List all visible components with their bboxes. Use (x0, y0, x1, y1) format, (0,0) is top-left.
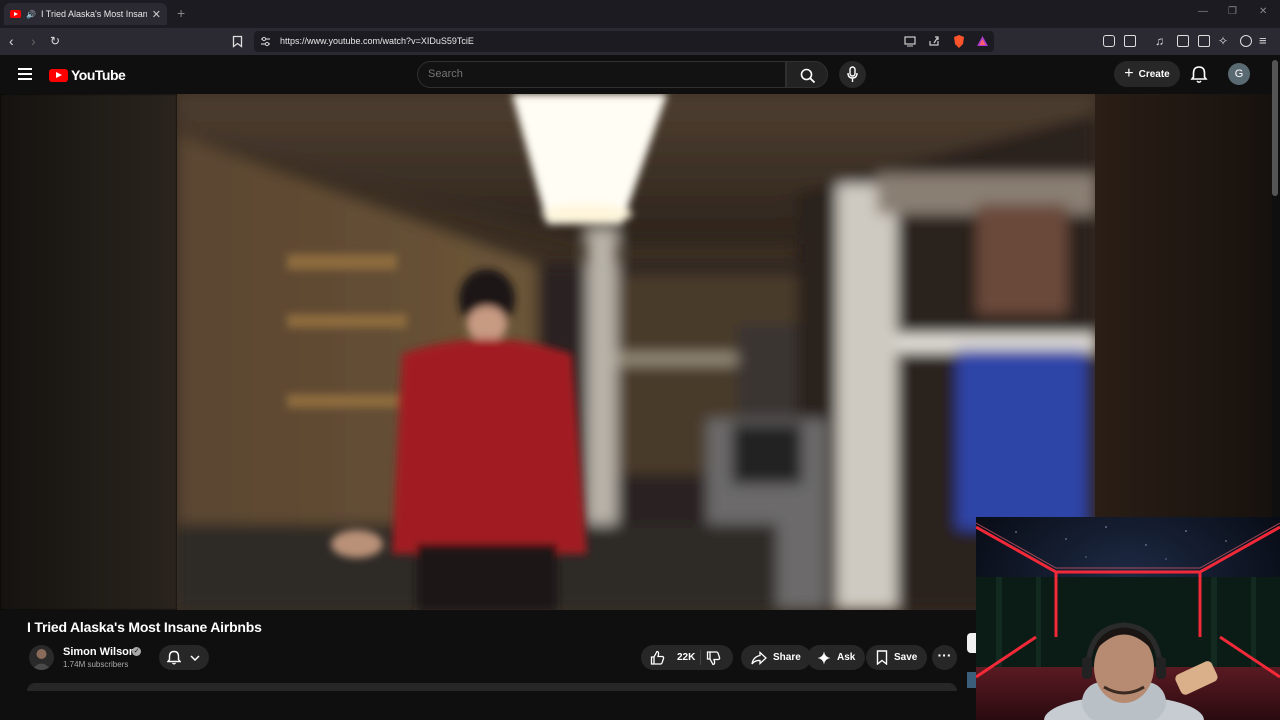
speaker-icon[interactable]: 🔊 (26, 10, 36, 19)
more-actions-button[interactable]: ··· (932, 645, 957, 670)
browser-nav-bar: ‹ › ↻ https://www.youtube.com/watch?v=XI… (0, 28, 1280, 55)
notifications-bell-icon[interactable] (1190, 65, 1208, 84)
forward-icon[interactable]: › (31, 33, 36, 49)
like-divider (700, 650, 701, 665)
chevron-down-icon (190, 655, 200, 661)
create-button[interactable]: + Create (1114, 61, 1180, 87)
tab-close-icon[interactable]: ✕ (152, 8, 161, 21)
page-scrollbar[interactable] (1272, 60, 1278, 196)
reload-icon[interactable]: ↻ (50, 33, 60, 49)
browser-menu-icon[interactable]: ≡ (1259, 33, 1267, 49)
channel-avatar[interactable] (29, 645, 54, 670)
search-icon (800, 68, 816, 84)
sidebar-icon[interactable] (1177, 35, 1189, 47)
wallet-icon[interactable] (1198, 35, 1210, 47)
more-horizontal-icon: ··· (937, 647, 952, 663)
back-icon[interactable]: ‹ (9, 33, 14, 49)
microphone-icon (847, 66, 858, 82)
media-icon[interactable]: ♫ (1155, 33, 1164, 49)
maximize-button[interactable]: ❐ (1228, 6, 1237, 17)
save-playlist-icon (876, 650, 888, 665)
share-label: Share (773, 652, 801, 663)
verified-badge-icon: ✓ (132, 647, 141, 656)
ambient-left-panel (0, 94, 177, 610)
url-text[interactable]: https://www.youtube.com/watch?v=XIDuS59T… (280, 36, 474, 46)
save-label: Save (894, 652, 918, 663)
browser-tab-bar: 🔊 I Tried Alaska's Most Insane A ✕ + — ❐… (0, 0, 1280, 28)
extensions-icon[interactable] (1103, 35, 1115, 47)
sidebar-chip[interactable] (967, 633, 976, 653)
browser-tab[interactable]: 🔊 I Tried Alaska's Most Insane A ✕ (4, 3, 167, 25)
vpn-icon[interactable] (1240, 35, 1252, 47)
share-page-icon[interactable] (928, 35, 940, 47)
new-tab-button[interactable]: + (177, 5, 185, 21)
hamburger-menu-icon[interactable] (18, 68, 32, 80)
thumbs-down-icon[interactable] (706, 651, 721, 666)
channel-avatar-image (32, 649, 51, 670)
search-button[interactable] (786, 61, 828, 88)
leo-ai-icon[interactable]: ✧ (1218, 33, 1228, 49)
close-window-button[interactable]: ✕ (1259, 6, 1267, 17)
plus-icon: + (1124, 65, 1134, 82)
like-count[interactable]: 22K (677, 652, 695, 663)
webcam-image (976, 517, 1280, 720)
like-dislike-group: 22K (641, 645, 733, 670)
bookmark-icon[interactable] (232, 35, 243, 48)
address-bar[interactable]: https://www.youtube.com/watch?v=XIDuS59T… (254, 31, 994, 52)
video-still-image (177, 94, 1095, 610)
streamer-webcam-overlay (976, 517, 1280, 720)
channel-name[interactable]: Simon Wilson (63, 646, 136, 658)
minimize-button[interactable]: — (1198, 6, 1208, 17)
tab-search-icon[interactable] (1124, 35, 1136, 47)
ask-label: Ask (837, 652, 856, 663)
brave-shield-icon[interactable] (952, 34, 966, 49)
sparkle-icon (817, 651, 831, 664)
ask-button[interactable]: Ask (807, 645, 866, 670)
subscriber-count: 1.74M subscribers (63, 660, 129, 669)
account-avatar[interactable]: G (1228, 63, 1250, 85)
youtube-header: YouTube + Create G (0, 55, 1280, 94)
video-frame[interactable] (177, 94, 1095, 610)
youtube-logo-text: YouTube (71, 67, 126, 83)
sidebar-thumbnail-edge[interactable] (967, 672, 976, 688)
youtube-logo[interactable]: YouTube (49, 67, 126, 83)
youtube-play-logo-icon (49, 68, 68, 82)
share-button[interactable]: Share (741, 645, 811, 670)
search-box[interactable] (417, 61, 786, 88)
description-box[interactable] (27, 683, 957, 691)
search-input[interactable] (428, 68, 768, 80)
voice-search-button[interactable] (839, 61, 866, 88)
cast-icon[interactable] (904, 36, 916, 47)
save-button[interactable]: Save (866, 645, 928, 670)
tab-title: I Tried Alaska's Most Insane A (40, 9, 147, 19)
site-settings-icon[interactable] (260, 36, 271, 47)
thumbs-up-icon[interactable] (650, 650, 665, 665)
video-title: I Tried Alaska's Most Insane Airbnbs (27, 619, 262, 635)
youtube-favicon-icon (10, 10, 21, 18)
subscribed-notifications-button[interactable] (159, 645, 209, 670)
create-label: Create (1138, 68, 1170, 80)
rewards-icon[interactable] (976, 35, 989, 47)
bell-icon (167, 650, 181, 665)
share-icon (751, 650, 767, 665)
